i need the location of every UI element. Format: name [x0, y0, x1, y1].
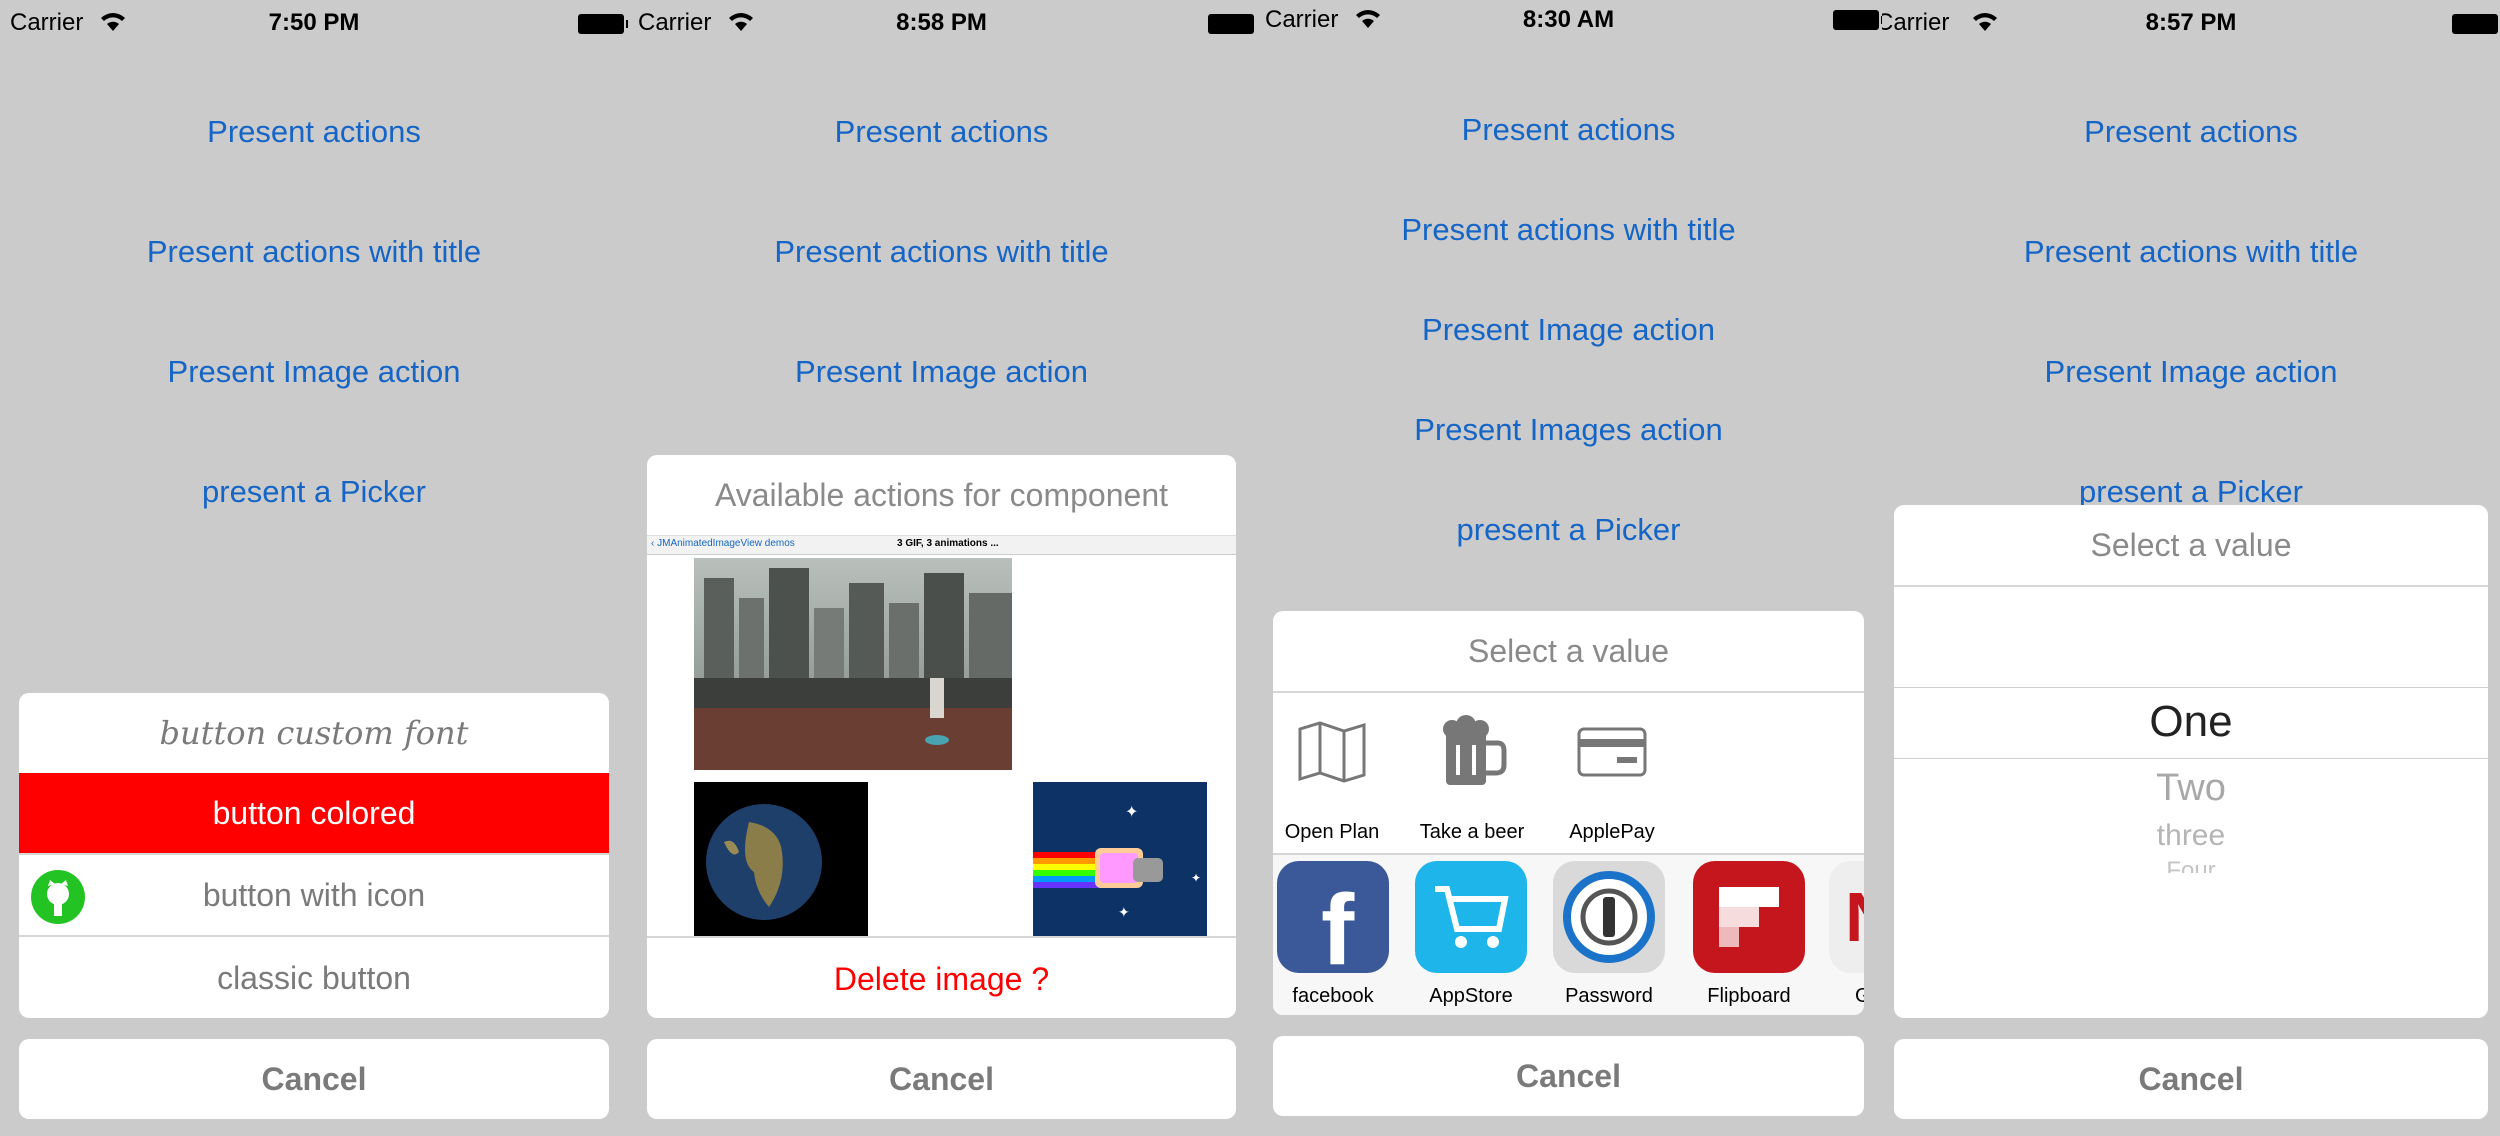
applepay-label: ApplePay: [1569, 821, 1655, 843]
present-actions-button[interactable]: Present actions: [1255, 112, 1882, 148]
clock: 8:58 PM: [896, 9, 987, 36]
action-sheet: Available actions for component ‹ JMAnim…: [647, 455, 1236, 1018]
take-a-beer-action[interactable]: Take a beer: [1413, 693, 1531, 855]
present-picker-button[interactable]: present a Picker: [1255, 512, 1882, 548]
picker-option-clipped[interactable]: Four: [1894, 859, 2488, 873]
present-actions-with-title-button[interactable]: Present actions with title: [628, 234, 1255, 270]
sheet-title: Select a value: [1467, 633, 1669, 669]
present-picker-button[interactable]: present a Picker: [0, 474, 628, 510]
present-image-action-button[interactable]: Present Image action: [0, 354, 628, 390]
image-preview[interactable]: ‹ JMAnimatedImageView demos 3 GIF, 3 ani…: [647, 535, 1236, 936]
flipboard-app[interactable]: Flipboard: [1691, 855, 1807, 1015]
open-plan-label: Open Plan: [1284, 821, 1380, 843]
password-label: Password: [1565, 985, 1653, 1007]
picker-sheet: Select a value One Two three Four: [1894, 505, 2488, 1018]
present-image-action-button[interactable]: Present Image action: [628, 354, 1255, 390]
picker-option[interactable]: One: [1894, 697, 2488, 747]
screen-images-action: Carrier 8:30 AM Present actions Present …: [1255, 0, 1882, 1136]
sheet-title: Available actions for component: [714, 477, 1168, 513]
present-actions-with-title-button[interactable]: Present actions with title: [1882, 234, 2500, 270]
password-icon: [1553, 861, 1665, 973]
custom-font-button[interactable]: button custom font: [19, 693, 609, 773]
partial-app[interactable]: N G: [1829, 855, 1864, 1015]
picker-option[interactable]: three: [1894, 819, 2488, 853]
icon-button-label: button with icon: [202, 877, 426, 913]
svg-text:✦: ✦: [1125, 804, 1138, 821]
applepay-action[interactable]: ApplePay: [1553, 693, 1671, 855]
status-bar: Carrier 8:57 PM: [1882, 0, 2500, 46]
present-actions-button[interactable]: Present actions: [1882, 114, 2500, 150]
screen-picker: Carrier 8:57 PM Present actions Present …: [1882, 0, 2500, 1136]
facebook-icon: f: [1277, 861, 1389, 986]
classic-button[interactable]: classic button: [19, 935, 609, 1018]
take-a-beer-label: Take a beer: [1419, 821, 1525, 843]
map-icon: [1298, 721, 1366, 783]
action-sheet: button custom font button colored button…: [19, 693, 609, 1018]
appstore-app[interactable]: AppStore: [1413, 855, 1529, 1015]
cancel-button[interactable]: Cancel: [647, 1039, 1236, 1119]
github-icon: [31, 870, 85, 924]
beer-mug-icon: [1443, 715, 1507, 785]
cancel-button[interactable]: Cancel: [19, 1039, 609, 1119]
actions-row: Open Plan Take a beer ApplePay: [1273, 691, 1864, 855]
clock: 8:57 PM: [2145, 9, 2237, 36]
present-actions-with-title-button[interactable]: Present actions with title: [1255, 212, 1882, 248]
credit-card-icon: [1577, 727, 1647, 777]
preview-nav-bar: ‹ JMAnimatedImageView demos 3 GIF, 3 ani…: [647, 536, 1236, 555]
nyan-cat-image: ✦ ✦ ✦: [1033, 782, 1207, 936]
status-bar: Carrier 7:50 PM: [0, 0, 628, 46]
svg-text:✦: ✦: [1118, 904, 1130, 920]
colored-button[interactable]: button colored: [19, 773, 609, 853]
svg-text:✦: ✦: [1191, 871, 1201, 885]
facebook-label: facebook: [1292, 985, 1374, 1007]
present-image-action-button[interactable]: Present Image action: [1255, 312, 1882, 348]
appstore-label: AppStore: [1429, 985, 1513, 1007]
earth-gif-image: [694, 782, 868, 936]
open-plan-action[interactable]: Open Plan: [1273, 693, 1391, 855]
facebook-app[interactable]: f facebook: [1277, 855, 1389, 1015]
present-actions-button[interactable]: Present actions: [0, 114, 628, 150]
share-sheet: Select a value Open Plan Take a beer App…: [1273, 611, 1864, 1015]
battery-icon: [1208, 14, 1254, 34]
sheet-title: Select a value: [2090, 527, 2292, 563]
cancel-button[interactable]: Cancel: [1894, 1039, 2488, 1119]
flipboard-icon: [1693, 861, 1805, 973]
screen-image-action: Carrier 8:58 PM Present actions Present …: [628, 0, 1255, 1136]
status-bar: Carrier 8:30 AM: [1255, 0, 1882, 46]
battery-icon: [1833, 10, 1882, 30]
present-actions-with-title-button[interactable]: Present actions with title: [0, 234, 628, 270]
present-actions-button[interactable]: Present actions: [628, 114, 1255, 150]
partial-app-label: G: [1855, 985, 1864, 1007]
picker-option[interactable]: Two: [1894, 767, 2488, 810]
preview-back-link: ‹ JMAnimatedImageView demos: [651, 538, 795, 549]
delete-image-button[interactable]: Delete image ?: [647, 936, 1236, 1018]
clock: 7:50 PM: [268, 9, 360, 36]
clock: 8:30 AM: [1522, 6, 1615, 33]
status-bar: Carrier 8:58 PM: [628, 0, 1255, 46]
battery-icon: [2452, 14, 2498, 34]
screen-custom-buttons: Carrier 7:50 PM Present actions Present …: [0, 0, 628, 1136]
value-picker[interactable]: One Two three Four: [1894, 585, 2488, 1018]
partial-app-icon: N: [1829, 861, 1864, 973]
present-image-action-button[interactable]: Present Image action: [1882, 354, 2500, 390]
password-app[interactable]: Password: [1551, 855, 1667, 1015]
icon-button[interactable]: button with icon: [19, 853, 609, 935]
battery-icon: [578, 14, 628, 34]
appstore-icon: [1415, 861, 1527, 973]
flipboard-label: Flipboard: [1707, 985, 1791, 1007]
present-images-action-button[interactable]: Present Images action: [1255, 412, 1882, 448]
preview-nav-title: 3 GIF, 3 animations ...: [897, 538, 999, 549]
cancel-button[interactable]: Cancel: [1273, 1036, 1864, 1116]
city-rooftop-image: [694, 558, 1012, 770]
apps-row: f facebook AppStore Password Flipboard G: [1273, 853, 1864, 1015]
